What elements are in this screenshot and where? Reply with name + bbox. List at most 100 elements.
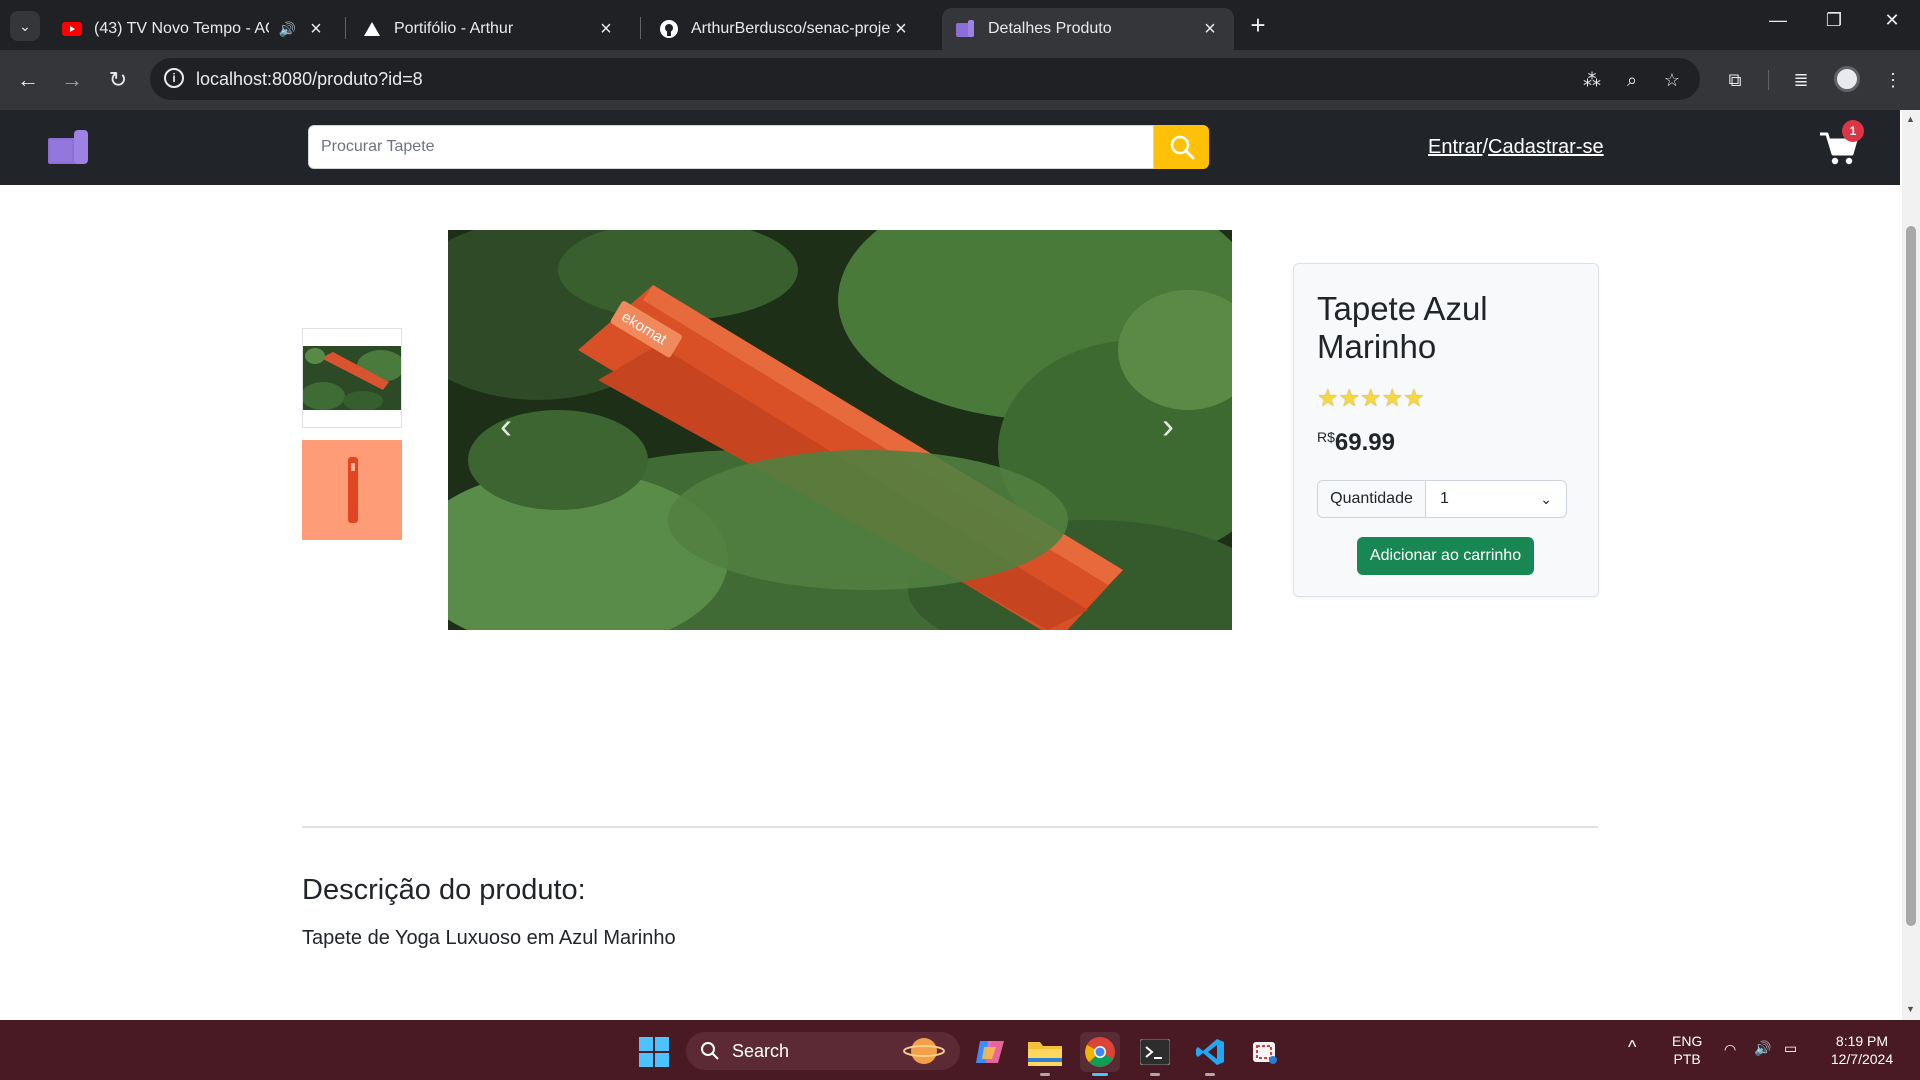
tab-title: Detalhes Produto (988, 20, 1112, 37)
site-header: Entrar/Cadastrar-se 1 (0, 110, 1900, 185)
thumbnail-image-leaves (303, 346, 401, 410)
minimize-button[interactable]: — (1758, 10, 1798, 31)
price-value: 69.99 (1334, 429, 1395, 456)
reload-button[interactable]: ↻ (102, 64, 134, 96)
carousel-next-button[interactable]: › (1148, 406, 1188, 446)
description-heading: Descrição do produto: (302, 874, 586, 906)
browser-tab-strip: ⌄ (43) TV Novo Tempo - AO V 🔊 × Portifól… (0, 0, 1920, 50)
battery-icon[interactable]: ▭ (1784, 1039, 1797, 1057)
tab-detalhes-produto[interactable]: Detalhes Produto × (942, 8, 1234, 50)
bookmark-star-icon[interactable]: ☆ (1660, 68, 1684, 92)
tab-title: Portifólio - Arthur (394, 20, 514, 37)
product-thumbnails (302, 328, 402, 552)
folder-icon (1028, 1042, 1062, 1066)
chrome-icon (1085, 1037, 1115, 1067)
terminal-app[interactable] (1135, 1032, 1175, 1076)
page-viewport: Entrar/Cadastrar-se 1 (0, 110, 1920, 1020)
media-control-icon[interactable]: ≣ (1788, 67, 1814, 93)
product-image-carousel: ekomat ‹ › (448, 230, 1232, 630)
language-line2: PTB (1673, 1051, 1701, 1067)
thumbnail-1[interactable] (302, 328, 402, 428)
copilot-icon (976, 1041, 1004, 1063)
github-icon (659, 20, 679, 38)
page-scrollbar[interactable]: ▲ ▼ (1902, 110, 1920, 1020)
file-explorer-app[interactable] (1025, 1032, 1065, 1076)
tab-portfolio[interactable]: Portifólio - Arthur × (348, 8, 630, 50)
quantity-group: Quantidade 1 ⌄ (1317, 480, 1567, 518)
zoom-icon[interactable]: ⌕ (1620, 68, 1644, 92)
url-text[interactable]: localhost:8080/produto?id=8 (196, 69, 423, 90)
tab-github[interactable]: ArthurBerdusco/senac-projeto- × (645, 8, 925, 50)
search-highlight-icon (903, 1038, 945, 1064)
extensions-icon[interactable]: ⧉ (1722, 67, 1748, 93)
menu-dots-icon[interactable]: ⋮ (1880, 67, 1906, 93)
snipping-tool-icon (1253, 1042, 1277, 1064)
site-info-icon[interactable]: i (164, 68, 184, 88)
login-link[interactable]: Entrar (1428, 136, 1482, 158)
show-hidden-icons-icon[interactable]: ^ (1628, 1038, 1636, 1056)
close-tab-icon[interactable]: × (1200, 18, 1220, 41)
register-link[interactable]: Cadastrar-se (1488, 136, 1604, 158)
carousel-prev-button[interactable]: ‹ (486, 406, 526, 446)
tab-title: ArthurBerdusco/senac-projeto- (691, 20, 891, 37)
new-tab-button[interactable]: + (1244, 12, 1272, 40)
site-favicon (956, 20, 976, 38)
clock-time: 8:19 PM (1835, 1033, 1889, 1049)
search-icon (701, 1042, 719, 1060)
search-bar (308, 125, 1209, 169)
clock[interactable]: 8:19 PM 12/7/2024 (1820, 1032, 1904, 1068)
speaker-icon[interactable]: 🔊 (279, 21, 296, 38)
taskbar-search[interactable]: Search (686, 1032, 960, 1070)
wifi-icon[interactable]: ◠ (1724, 1040, 1736, 1058)
thumbnail-2[interactable] (302, 440, 402, 540)
windows-taskbar: Search ^ ENG PTB ◠ 🔊 ▭ 8:19 PM 12/7/2024 (0, 1020, 1920, 1080)
restore-button[interactable]: ❐ (1814, 10, 1854, 31)
chrome-app[interactable] (1080, 1032, 1120, 1076)
close-tab-icon[interactable]: × (306, 18, 326, 41)
product-price: R$69.99 (1317, 429, 1395, 457)
close-tab-icon[interactable]: × (596, 18, 616, 41)
forward-button[interactable]: → (56, 64, 88, 96)
language-line1: ENG (1672, 1033, 1703, 1049)
address-bar[interactable]: i localhost:8080/produto?id=8 ⁂ ⌕ ☆ (150, 58, 1700, 100)
search-icon (1170, 135, 1194, 160)
tab-title: (43) TV Novo Tempo - AO V (94, 20, 269, 37)
site-logo[interactable] (48, 130, 88, 166)
quantity-value: 1 (1440, 490, 1449, 507)
product-main-image: ekomat (448, 230, 1232, 630)
terminal-icon (1140, 1039, 1170, 1065)
scrollbar-thumb[interactable] (1906, 226, 1916, 926)
thumbnail-image-rolled-mat (303, 441, 401, 539)
close-tab-icon[interactable]: × (891, 18, 911, 41)
rating-stars: ★★★★★ (1317, 385, 1425, 412)
translate-icon[interactable]: ⁂ (1580, 68, 1604, 92)
quantity-select[interactable]: 1 ⌄ (1426, 481, 1566, 517)
tab-search-button[interactable]: ⌄ (10, 11, 40, 41)
chevron-down-icon: ⌄ (1540, 491, 1552, 507)
vscode-icon (1196, 1039, 1224, 1065)
profile-avatar[interactable] (1834, 66, 1860, 92)
copilot-app[interactable] (970, 1032, 1010, 1072)
quantity-label: Quantidade (1318, 481, 1426, 517)
language-indicator[interactable]: ENG PTB (1672, 1032, 1702, 1068)
back-button[interactable]: ← (12, 64, 44, 96)
price-currency: R$ (1317, 429, 1335, 445)
snipping-tool-app[interactable] (1245, 1032, 1285, 1072)
add-to-cart-button[interactable]: Adicionar ao carrinho (1357, 537, 1534, 575)
close-window-button[interactable]: ✕ (1872, 10, 1912, 31)
product-buy-card: Tapete Azul Marinho ★★★★★ R$69.99 Quanti… (1293, 263, 1599, 597)
youtube-icon (62, 20, 82, 38)
volume-icon[interactable]: 🔊 (1754, 1039, 1771, 1057)
search-input[interactable] (308, 125, 1154, 169)
vscode-app[interactable] (1190, 1032, 1230, 1076)
tab-youtube[interactable]: (43) TV Novo Tempo - AO V 🔊 × (48, 8, 340, 50)
section-divider (302, 826, 1598, 828)
description-text: Tapete de Yoga Luxuoso em Azul Marinho (302, 927, 676, 949)
taskbar-search-label: Search (732, 1041, 790, 1061)
windows-logo-icon (639, 1037, 669, 1067)
start-button[interactable] (634, 1032, 674, 1072)
cart-count-badge: 1 (1842, 120, 1864, 142)
auth-links: Entrar/Cadastrar-se (1428, 136, 1604, 159)
search-button[interactable] (1154, 125, 1209, 169)
browser-toolbar: ← → ↻ i localhost:8080/produto?id=8 ⁂ ⌕ … (0, 50, 1920, 110)
